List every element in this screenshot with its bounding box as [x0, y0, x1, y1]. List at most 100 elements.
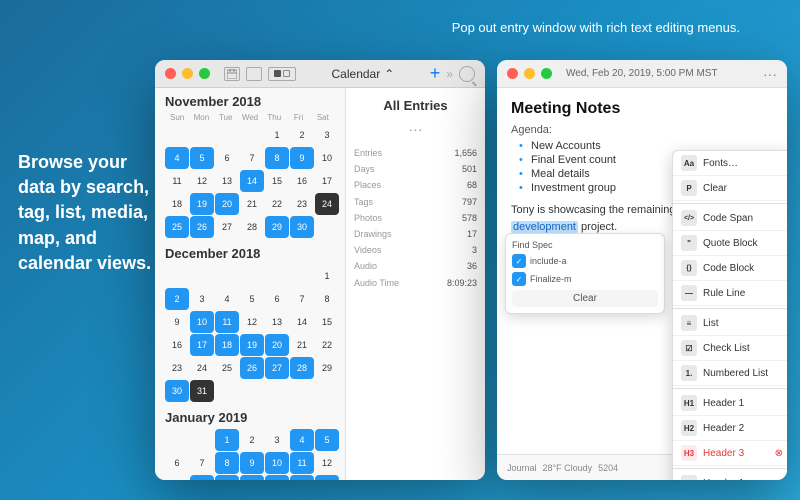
format-numbered-list[interactable]: 1. Numbered List — [673, 361, 787, 386]
find-checkbox-1[interactable]: ✓ — [512, 254, 526, 268]
cal-day[interactable]: 29 — [315, 357, 339, 379]
cal-day[interactable]: 28 — [240, 216, 264, 238]
cal-day[interactable]: 23 — [290, 193, 314, 215]
cal-day[interactable]: 3 — [265, 429, 289, 451]
cal-day[interactable]: 1 — [215, 429, 239, 451]
cal-day[interactable]: 19 — [240, 334, 264, 356]
cal-day[interactable] — [165, 265, 189, 287]
cal-day[interactable]: 24 — [190, 357, 214, 379]
cal-day[interactable]: 10 — [315, 147, 339, 169]
cal-day[interactable]: 15 — [315, 311, 339, 333]
format-fonts[interactable]: Aa Fonts… — [673, 151, 787, 176]
cal-day[interactable]: 2 — [290, 124, 314, 146]
cal-day[interactable]: 14 — [240, 170, 264, 192]
cal-day[interactable]: 13 — [215, 170, 239, 192]
cal-day[interactable] — [190, 124, 214, 146]
find-clear-button[interactable]: Clear — [512, 290, 658, 307]
cal-day[interactable]: 26 — [240, 357, 264, 379]
format-rule-line[interactable]: — Rule Line — [673, 281, 787, 306]
cal-day[interactable]: 29 — [265, 216, 289, 238]
format-header1-style[interactable]: Aa Header 1 — [673, 471, 787, 480]
cal-day[interactable] — [190, 265, 214, 287]
cal-day[interactable]: 20 — [215, 193, 239, 215]
cal-day[interactable] — [240, 380, 264, 402]
display-toggle[interactable] — [268, 67, 296, 81]
cal-day[interactable]: 4 — [215, 288, 239, 310]
cal-day[interactable]: 15 — [265, 170, 289, 192]
cal-day[interactable]: 21 — [240, 193, 264, 215]
add-entry-button[interactable]: + — [430, 63, 441, 84]
format-quote-block[interactable]: " Quote Block — [673, 231, 787, 256]
cal-day[interactable]: 11 — [215, 311, 239, 333]
more-button[interactable]: » — [446, 67, 453, 81]
cal-day[interactable] — [165, 124, 189, 146]
cal-day[interactable]: 8 — [265, 147, 289, 169]
format-h1[interactable]: H1 Header 1 — [673, 391, 787, 416]
cal-day[interactable]: 11 — [165, 170, 189, 192]
cal-day[interactable]: 9 — [240, 452, 264, 474]
cal-day[interactable]: 9 — [165, 311, 189, 333]
cal-day[interactable]: 6 — [265, 288, 289, 310]
cal-day[interactable]: 25 — [215, 357, 239, 379]
cal-day[interactable]: 3 — [190, 288, 214, 310]
cal-day[interactable]: 8 — [315, 288, 339, 310]
cal-day[interactable]: 16 — [240, 475, 264, 480]
search-icon[interactable] — [459, 66, 475, 82]
cal-day[interactable]: 7 — [190, 452, 214, 474]
entries-more[interactable]: ··· — [354, 121, 477, 137]
cal-day[interactable]: 19 — [190, 193, 214, 215]
cal-day[interactable]: 11 — [290, 452, 314, 474]
cal-day[interactable]: 1 — [265, 124, 289, 146]
cal-day[interactable]: 6 — [165, 452, 189, 474]
fullscreen-button[interactable] — [199, 68, 210, 79]
format-code-block[interactable]: {} Code Block — [673, 256, 787, 281]
cal-day[interactable] — [215, 265, 239, 287]
cal-day[interactable]: 16 — [290, 170, 314, 192]
cal-day[interactable]: 20 — [265, 334, 289, 356]
cal-day[interactable]: 16 — [165, 334, 189, 356]
cal-day[interactable] — [165, 429, 189, 451]
cal-day[interactable] — [290, 265, 314, 287]
cal-day[interactable]: 12 — [315, 452, 339, 474]
notes-more-icon[interactable]: ··· — [763, 66, 777, 82]
cal-day[interactable]: 27 — [215, 216, 239, 238]
cal-day[interactable]: 18 — [290, 475, 314, 480]
cal-day[interactable]: 25 — [165, 216, 189, 238]
cal-day[interactable]: 17 — [190, 334, 214, 356]
format-h3[interactable]: H3 Header 3 ⊗ — [673, 441, 787, 466]
cal-day[interactable]: 2 — [240, 429, 264, 451]
cal-day[interactable]: 15 — [215, 475, 239, 480]
cal-day[interactable]: 24 — [315, 193, 339, 215]
format-code-span[interactable]: </> Code Span — [673, 206, 787, 231]
minimize-button[interactable] — [182, 68, 193, 79]
cal-day[interactable]: 10 — [190, 311, 214, 333]
cal-day[interactable] — [240, 124, 264, 146]
cal-day[interactable]: 8 — [215, 452, 239, 474]
cal-day[interactable] — [215, 380, 239, 402]
cal-day[interactable]: 23 — [165, 357, 189, 379]
calendar-icon[interactable] — [224, 67, 240, 81]
cal-day[interactable]: 12 — [240, 311, 264, 333]
cal-day[interactable]: 31 — [190, 380, 214, 402]
format-h2[interactable]: H2 Header 2 — [673, 416, 787, 441]
cal-day[interactable]: 12 — [190, 170, 214, 192]
cal-day[interactable] — [265, 380, 289, 402]
view-icon[interactable] — [246, 67, 262, 81]
format-check-list[interactable]: ☑ Check List — [673, 336, 787, 361]
cal-day[interactable]: 13 — [265, 311, 289, 333]
close-button[interactable] — [165, 68, 176, 79]
cal-day[interactable]: 6 — [215, 147, 239, 169]
cal-day[interactable]: 26 — [190, 216, 214, 238]
cal-day[interactable]: 14 — [290, 311, 314, 333]
cal-day[interactable]: 5 — [190, 147, 214, 169]
cal-day[interactable]: 30 — [290, 216, 314, 238]
notes-minimize-button[interactable] — [524, 68, 535, 79]
notes-close-button[interactable] — [507, 68, 518, 79]
cal-day[interactable] — [315, 380, 339, 402]
cal-day[interactable]: 3 — [315, 124, 339, 146]
cal-day[interactable]: 28 — [290, 357, 314, 379]
calendar-dropdown[interactable]: Calendar ⌃ — [332, 67, 395, 81]
format-list[interactable]: ≡ List — [673, 311, 787, 336]
cal-day[interactable]: 17 — [315, 170, 339, 192]
cal-day[interactable] — [290, 380, 314, 402]
